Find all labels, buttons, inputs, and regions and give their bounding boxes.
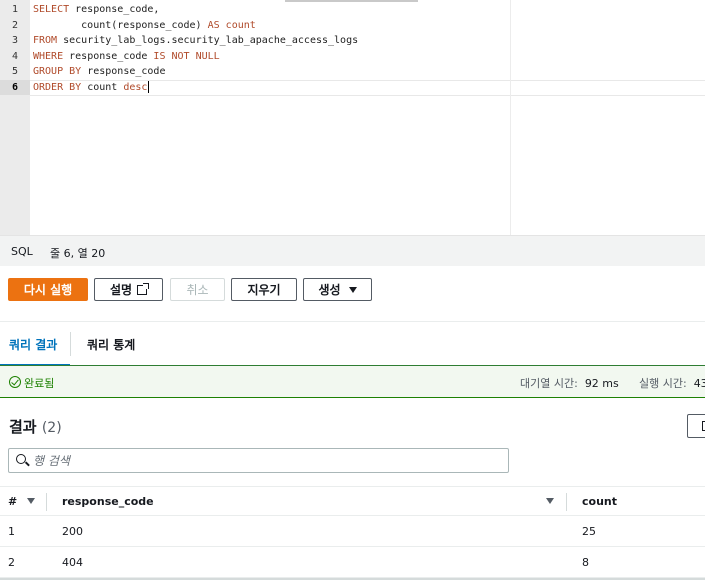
- line-number: 2: [11, 19, 19, 31]
- queue-time-label: 대기열 시간:: [520, 377, 578, 390]
- cell-count: 25: [582, 525, 596, 538]
- code-line-2: count(response_code) AS count: [33, 18, 256, 34]
- run-time-value: 43: [693, 377, 705, 390]
- explain-button[interactable]: 설명: [94, 278, 163, 301]
- code-line-5: GROUP BY response_code: [33, 64, 165, 80]
- cell-response-code: 200: [62, 525, 83, 538]
- cancel-button[interactable]: 취소: [170, 278, 225, 301]
- code-line-3: FROM security_lab_logs.security_lab_apac…: [33, 33, 358, 49]
- column-divider[interactable]: [46, 493, 47, 511]
- create-label: 생성: [318, 283, 341, 297]
- tab-query-results[interactable]: 쿼리 결과: [9, 336, 57, 353]
- tab-divider: [70, 332, 71, 356]
- code-token: count(response_code): [33, 19, 208, 31]
- run-again-label: 다시 실행: [23, 283, 73, 297]
- code-token: desc: [123, 81, 148, 93]
- table-header: # response_code count: [0, 486, 705, 516]
- line-number-gutter: 1 2 3 4 5 6: [0, 0, 30, 235]
- queue-time: 대기열 시간: 92 ms: [520, 375, 619, 391]
- column-header-response-code[interactable]: response_code: [62, 495, 154, 508]
- horizontal-scroll-indicator[interactable]: [285, 0, 418, 2]
- code-token: count: [219, 19, 256, 31]
- tab-query-stats[interactable]: 쿼리 통계: [87, 336, 135, 353]
- results-heading: 결과 (2): [9, 416, 62, 437]
- success-check-icon: [9, 376, 21, 388]
- external-link-icon: [137, 282, 150, 295]
- sort-icon[interactable]: [27, 498, 35, 504]
- query-toolbar: 다시 실행 설명 취소 지우기 생성: [0, 266, 705, 321]
- run-time: 실행 시간: 43: [639, 375, 705, 391]
- code-token: ORDER BY: [33, 81, 82, 93]
- line-number: 1: [11, 4, 19, 15]
- copy-button[interactable]: [687, 414, 705, 438]
- search-input[interactable]: [33, 452, 503, 469]
- run-time-label: 실행 시간:: [639, 377, 687, 390]
- editor-status-bar: SQL 줄 6, 열 20: [0, 235, 705, 266]
- line-number: 5: [11, 66, 19, 77]
- line-number: 3: [11, 35, 19, 46]
- code-token: security_lab_logs.security_lab_apache_ac…: [57, 35, 359, 46]
- result-tabs: 쿼리 결과 쿼리 통계: [0, 322, 705, 366]
- table-row: 1 200 25: [0, 516, 705, 547]
- explain-label: 설명: [109, 283, 133, 297]
- print-margin: [510, 0, 511, 235]
- code-line-6: ORDER BY count desc: [33, 80, 150, 96]
- queue-time-value: 92 ms: [584, 377, 619, 390]
- row-search[interactable]: [8, 448, 509, 473]
- line-number: 4: [11, 50, 19, 62]
- query-status-banner: 완료됨 대기열 시간: 92 ms 실행 시간: 43: [0, 366, 705, 398]
- row-index: 1: [8, 525, 15, 538]
- text-cursor: [148, 80, 150, 93]
- code-token: response_code: [81, 66, 166, 77]
- code-token: WHERE: [33, 50, 64, 62]
- code-line-4: WHERE response_code IS NOT NULL: [33, 49, 220, 65]
- code-token: SELECT: [33, 4, 70, 15]
- cancel-label: 취소: [186, 283, 209, 297]
- code-token: GROUP BY: [33, 66, 82, 77]
- column-divider[interactable]: [566, 493, 567, 511]
- code-token: response_code: [63, 50, 154, 62]
- table-row: 2 404 8: [0, 547, 705, 578]
- code-token: response_code,: [69, 4, 160, 15]
- table-bottom-border: [0, 578, 705, 580]
- results-count: (2): [41, 420, 62, 436]
- language-indicator: SQL: [11, 245, 33, 258]
- code-line-1: SELECT response_code,: [33, 2, 159, 18]
- clear-label: 지우기: [247, 283, 281, 297]
- results-title: 결과: [9, 418, 37, 436]
- sql-editor[interactable]: 1 2 3 4 5 6 SELECT response_code, count(…: [0, 0, 705, 235]
- row-index: 2: [8, 556, 15, 569]
- code-area[interactable]: SELECT response_code, count(response_cod…: [30, 0, 705, 235]
- column-header-count[interactable]: count: [582, 495, 617, 508]
- line-number-active: 6: [0, 79, 30, 95]
- cursor-position: 줄 6, 열 20: [50, 247, 106, 260]
- code-token: AS: [207, 19, 220, 31]
- search-icon: [16, 454, 26, 464]
- caret-down-icon: [348, 286, 357, 293]
- sort-icon[interactable]: [546, 498, 554, 504]
- query-status-text: 완료됨: [24, 377, 55, 390]
- column-header-index: #: [8, 495, 18, 508]
- cell-response-code: 404: [62, 556, 83, 569]
- code-token: FROM: [33, 35, 58, 46]
- code-token: count: [81, 81, 124, 93]
- clear-button[interactable]: 지우기: [231, 278, 297, 301]
- run-again-button[interactable]: 다시 실행: [8, 278, 88, 301]
- cell-count: 8: [582, 556, 589, 569]
- code-token: IS NOT NULL: [153, 50, 220, 62]
- create-dropdown-button[interactable]: 생성: [303, 278, 372, 301]
